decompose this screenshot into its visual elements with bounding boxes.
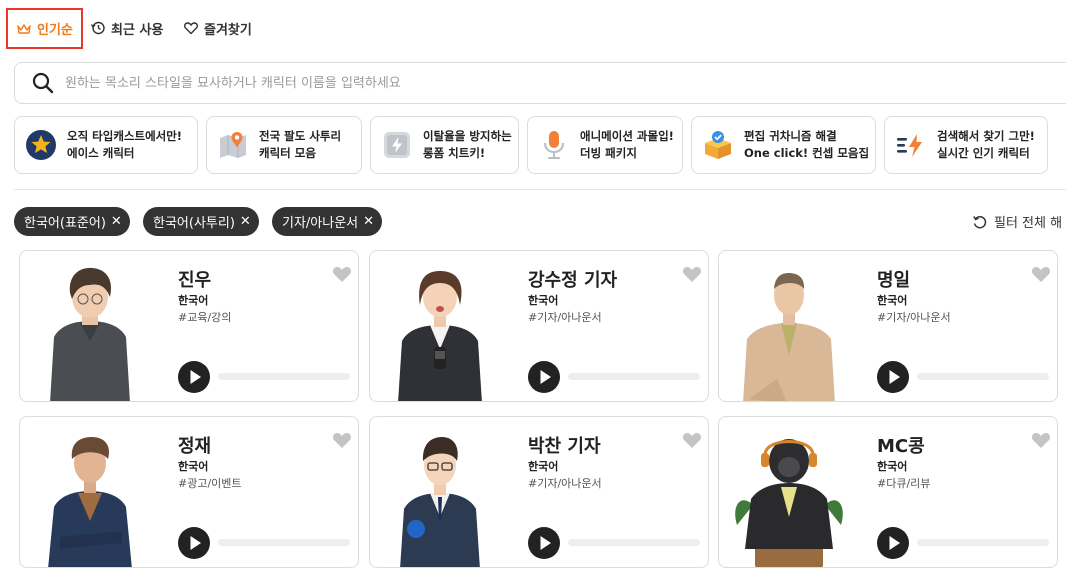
character-name: 정재 <box>178 436 212 457</box>
character-language: 한국어 <box>178 294 209 307</box>
lightning-icon <box>381 129 413 161</box>
quick-line2: One click! 컨셉 모음집 <box>744 146 870 160</box>
quick-line1: 애니메이션 과몰입! <box>580 129 674 143</box>
filter-chip-label: 기자/아나운서 <box>282 216 359 231</box>
character-avatar <box>398 271 482 401</box>
quick-category-dialect[interactable]: 전국 팔도 사투리캐릭터 모음 <box>206 116 362 174</box>
search-bar <box>14 62 1066 104</box>
favorite-heart-icon[interactable] <box>1031 265 1051 283</box>
character-avatar <box>400 437 480 567</box>
quick-line2: 캐릭터 모음 <box>259 146 316 160</box>
audio-progress-bar[interactable] <box>218 539 350 546</box>
character-language: 한국어 <box>528 294 559 307</box>
play-button[interactable] <box>528 527 560 559</box>
character-tag: #교육/강의 <box>178 311 232 324</box>
filter-chip-dialect-korean[interactable]: 한국어(사투리) ✕ <box>143 207 259 236</box>
quick-line2: 더빙 패키지 <box>580 146 637 160</box>
filter-chip-label: 한국어(표준어) <box>24 216 106 231</box>
close-icon[interactable]: ✕ <box>111 214 122 229</box>
sort-tabs: 인기순 최근 사용 즐겨찾기 <box>0 0 1066 56</box>
sort-tab-recent[interactable]: 최근 사용 <box>90 14 163 42</box>
heart-icon <box>184 22 198 35</box>
close-icon[interactable]: ✕ <box>240 214 251 229</box>
character-name: 강수정 기자 <box>528 270 618 291</box>
character-language: 한국어 <box>178 460 209 473</box>
quick-line1: 이탈율을 방지하는 <box>423 129 512 143</box>
reset-icon <box>973 215 987 228</box>
favorite-heart-icon[interactable] <box>1031 431 1051 449</box>
character-tag: #기자/아나운서 <box>877 311 951 324</box>
character-card[interactable]: 정재 한국어 #광고/이벤트 <box>19 416 359 568</box>
character-name: 명일 <box>877 270 911 291</box>
character-language: 한국어 <box>877 460 908 473</box>
map-pin-icon <box>217 129 249 161</box>
audio-progress-bar[interactable] <box>917 539 1049 546</box>
favorite-heart-icon[interactable] <box>682 431 702 449</box>
character-card[interactable]: 박찬 기자 한국어 #기자/아나운서 <box>369 416 709 568</box>
character-card[interactable]: 진우 한국어 #교육/강의 <box>19 250 359 402</box>
microphone-icon <box>538 129 570 161</box>
audio-progress-bar[interactable] <box>568 539 700 546</box>
play-button[interactable] <box>877 527 909 559</box>
filter-chip-standard-korean[interactable]: 한국어(표준어) ✕ <box>14 207 130 236</box>
character-tag: #기자/아나운서 <box>528 477 602 490</box>
search-input[interactable] <box>65 75 1066 91</box>
box-check-icon <box>702 129 734 161</box>
character-avatar <box>50 267 130 401</box>
filter-chip-reporter[interactable]: 기자/아나운서 ✕ <box>272 207 383 236</box>
character-avatar <box>735 439 843 567</box>
character-tag: #다큐/리뷰 <box>877 477 931 490</box>
character-tag: #광고/이벤트 <box>178 477 242 490</box>
quick-category-concept[interactable]: 편집 귀차니즘 해결 One click! 컨셉 모음집 <box>691 116 876 174</box>
quick-category-ace[interactable]: 오직 타입캐스트에서만! 에이스 캐릭터 <box>14 116 198 174</box>
play-button[interactable] <box>877 361 909 393</box>
quick-line1: 편집 귀차니즘 해결 <box>744 129 837 143</box>
trending-bolt-icon <box>895 129 927 161</box>
crown-icon <box>17 23 31 34</box>
character-card[interactable]: 강수정 기자 한국어 #기자/아나운서 <box>369 250 709 402</box>
character-name: 박찬 기자 <box>528 436 601 457</box>
sort-tab-label: 인기순 <box>37 23 73 38</box>
quick-line1: 오직 타입캐스트에서만! <box>67 129 183 143</box>
play-button[interactable] <box>178 361 210 393</box>
sort-tab-label: 최근 사용 <box>111 22 164 38</box>
search-icon <box>32 72 54 94</box>
character-tag: #기자/아나운서 <box>528 311 602 324</box>
audio-progress-bar[interactable] <box>568 373 700 380</box>
character-name: MC콩 <box>877 436 925 457</box>
quick-category-trending[interactable]: 검색해서 찾기 그만! 실시간 인기 캐릭터 <box>884 116 1048 174</box>
play-button[interactable] <box>178 527 210 559</box>
character-card[interactable]: 명일 한국어 #기자/아나운서 <box>718 250 1058 402</box>
favorite-heart-icon[interactable] <box>682 265 702 283</box>
quick-line1: 검색해서 찾기 그만! <box>937 129 1035 143</box>
sort-tab-popular[interactable]: 인기순 <box>6 8 83 49</box>
character-card[interactable]: MC콩 한국어 #다큐/리뷰 <box>718 416 1058 568</box>
audio-progress-bar[interactable] <box>917 373 1049 380</box>
quick-line2: 실시간 인기 캐릭터 <box>937 146 1030 160</box>
star-badge-icon <box>25 129 57 161</box>
favorite-heart-icon[interactable] <box>332 431 352 449</box>
sort-tab-label: 즐겨찾기 <box>204 22 252 38</box>
quick-line2: 롱폼 치트키! <box>423 146 486 160</box>
quick-category-dubbing[interactable]: 애니메이션 과몰입! 더빙 패키지 <box>527 116 683 174</box>
divider <box>14 189 1066 190</box>
play-button[interactable] <box>528 361 560 393</box>
reset-filters-label: 필터 전체 해 <box>994 216 1063 231</box>
reset-filters-button[interactable]: 필터 전체 해 <box>972 212 1062 231</box>
audio-progress-bar[interactable] <box>218 373 350 380</box>
character-avatar <box>743 273 835 401</box>
quick-line2: 에이스 캐릭터 <box>67 146 135 160</box>
character-language: 한국어 <box>528 460 559 473</box>
history-icon <box>90 21 105 35</box>
quick-category-longform[interactable]: 이탈율을 방지하는롱폼 치트키! <box>370 116 519 174</box>
sort-tab-favorites[interactable]: 즐겨찾기 <box>183 14 252 42</box>
character-avatar <box>48 437 132 567</box>
character-name: 진우 <box>178 270 212 291</box>
quick-categories: 오직 타입캐스트에서만! 에이스 캐릭터 전국 팔도 사투리캐릭터 모음 이탈율을… <box>14 116 1066 174</box>
filter-chip-label: 한국어(사투리) <box>153 216 235 231</box>
favorite-heart-icon[interactable] <box>332 265 352 283</box>
character-language: 한국어 <box>877 294 908 307</box>
close-icon[interactable]: ✕ <box>363 214 374 229</box>
quick-line1: 전국 팔도 사투리 <box>259 129 342 143</box>
